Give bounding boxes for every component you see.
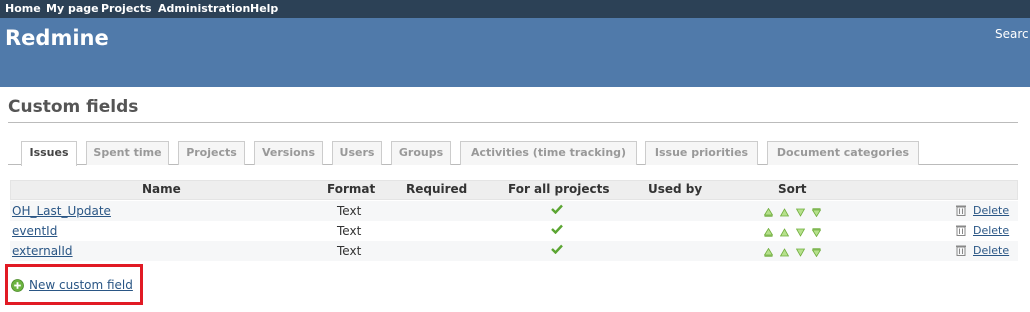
tab-issues[interactable]: Issues xyxy=(21,141,77,166)
top-menu-help[interactable]: Help xyxy=(250,2,278,15)
column-header-name: Name xyxy=(142,182,181,196)
tab-projects[interactable]: Projects xyxy=(178,141,245,165)
app-title: Redmine xyxy=(5,26,109,50)
tab-versions[interactable]: Versions xyxy=(254,141,323,165)
move-to-top-icon[interactable] xyxy=(763,206,774,217)
move-up-icon[interactable] xyxy=(779,246,790,257)
move-to-top-icon[interactable] xyxy=(763,226,774,237)
page-title: Custom fields xyxy=(8,97,139,117)
top-menu-administration[interactable]: Administration xyxy=(158,2,250,15)
move-to-bottom-icon[interactable] xyxy=(811,206,822,218)
top-menu-home[interactable]: Home xyxy=(5,2,41,15)
column-header-required: Required xyxy=(406,182,468,196)
title-divider xyxy=(8,122,1018,123)
custom-field-format: Text xyxy=(337,224,362,238)
tab-activities[interactable]: Activities (time tracking) xyxy=(460,141,637,165)
table-row xyxy=(10,241,1018,261)
move-up-icon[interactable] xyxy=(779,206,790,217)
tab-users[interactable]: Users xyxy=(332,141,382,165)
move-down-icon[interactable] xyxy=(795,226,806,237)
tab-document-categories[interactable]: Document categories xyxy=(767,141,919,165)
check-icon xyxy=(551,204,563,214)
search-label[interactable]: Searc xyxy=(995,27,1029,41)
column-header-format: Format xyxy=(327,182,376,196)
column-header-used-by: Used by xyxy=(648,182,703,196)
header: Redmine Searc xyxy=(0,18,1030,87)
table-row xyxy=(10,221,1018,241)
delete-link[interactable]: Delete xyxy=(973,204,1009,217)
custom-field-format: Text xyxy=(337,204,362,218)
tab-issue-priorities[interactable]: Issue priorities xyxy=(645,141,758,165)
move-to-top-icon[interactable] xyxy=(763,246,774,257)
column-header-sort: Sort xyxy=(778,182,807,196)
tab-spent-time[interactable]: Spent time xyxy=(86,141,169,165)
new-custom-field-link[interactable]: New custom field xyxy=(29,278,133,292)
table-row xyxy=(10,201,1018,221)
move-to-bottom-icon[interactable] xyxy=(811,246,822,258)
check-icon xyxy=(551,224,563,234)
custom-field-name-link[interactable]: externalId xyxy=(12,244,73,258)
move-down-icon[interactable] xyxy=(795,246,806,257)
check-icon xyxy=(551,244,563,254)
custom-field-format: Text xyxy=(337,244,362,258)
move-up-icon[interactable] xyxy=(779,226,790,237)
tab-groups[interactable]: Groups xyxy=(391,141,451,165)
move-to-bottom-icon[interactable] xyxy=(811,226,822,238)
custom-field-name-link[interactable]: OH_Last_Update xyxy=(12,204,111,218)
trash-icon[interactable] xyxy=(955,244,967,256)
top-menu-my-page[interactable]: My page xyxy=(46,2,99,15)
custom-field-name-link[interactable]: eventId xyxy=(12,224,57,238)
delete-link[interactable]: Delete xyxy=(973,244,1009,257)
delete-link[interactable]: Delete xyxy=(973,224,1009,237)
top-menu-projects[interactable]: Projects xyxy=(101,2,152,15)
trash-icon[interactable] xyxy=(955,224,967,236)
add-icon[interactable] xyxy=(11,279,24,292)
move-down-icon[interactable] xyxy=(795,206,806,217)
top-menu: Home My page Projects Administration Hel… xyxy=(0,0,1030,18)
trash-icon[interactable] xyxy=(955,204,967,216)
column-header-for-all-projects: For all projects xyxy=(508,182,610,196)
